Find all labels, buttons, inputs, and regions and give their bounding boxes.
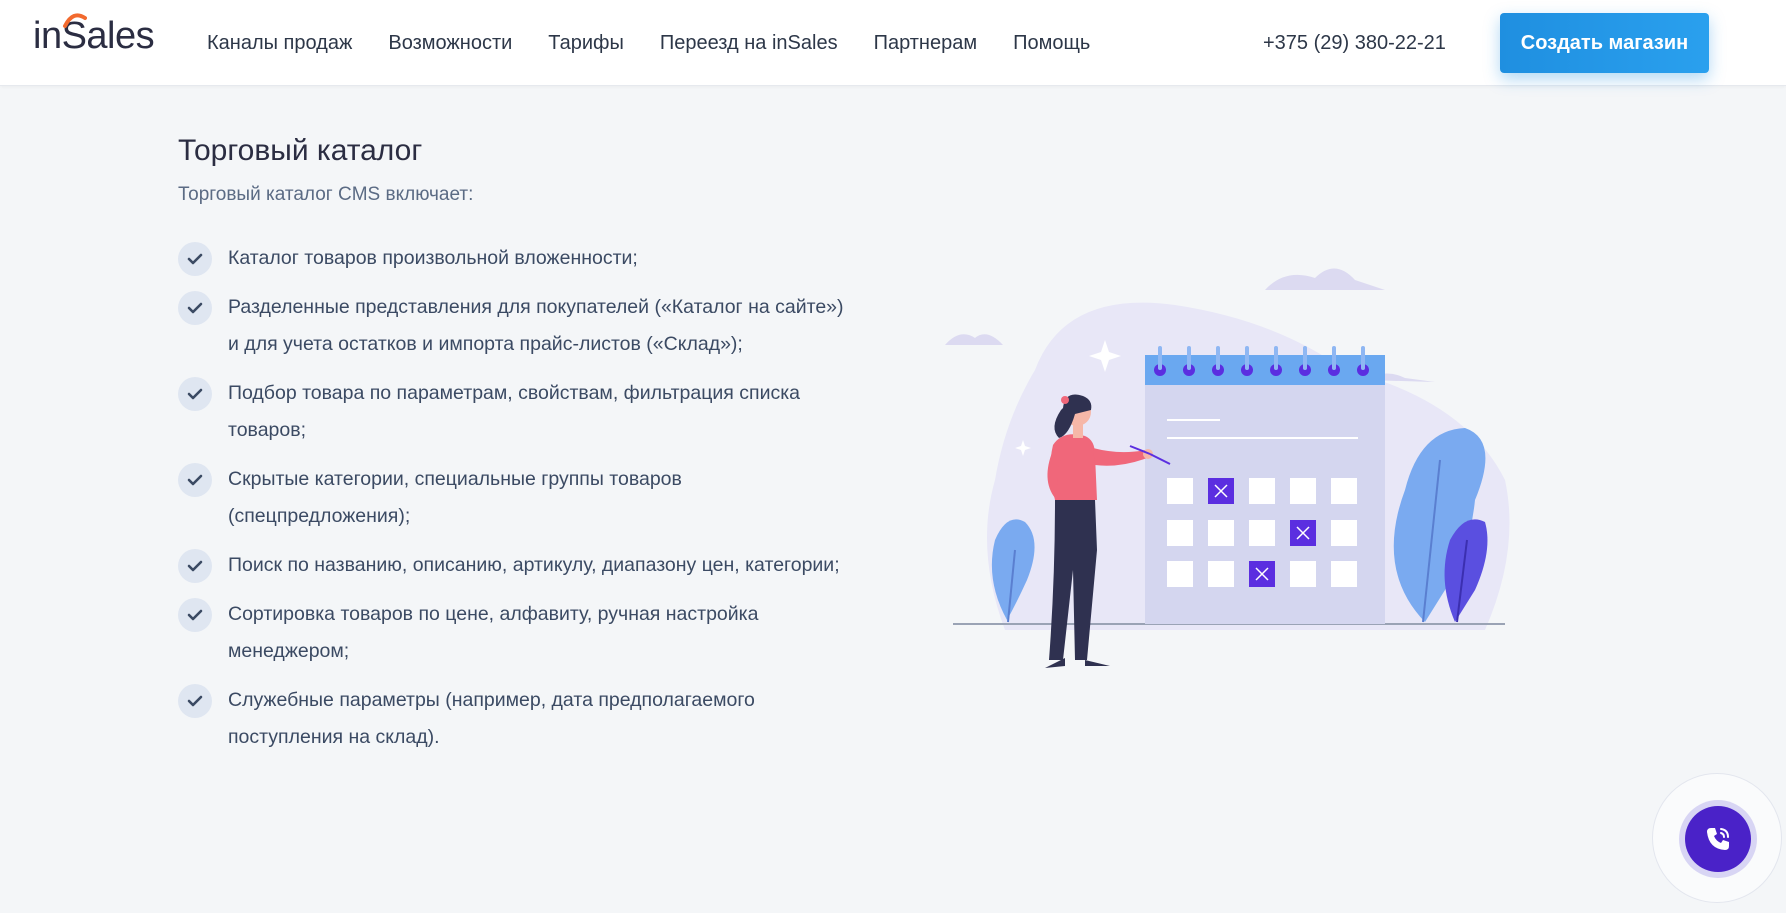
page-title: Торговый каталог [178, 134, 423, 167]
list-item: Каталог товаров произвольной вложенности… [178, 240, 858, 277]
nav-item-sales-channels[interactable]: Каналы продаж [207, 30, 352, 56]
calendar-illustration [945, 268, 1510, 668]
check-icon [178, 291, 212, 325]
nav-item-features[interactable]: Возможности [388, 30, 512, 56]
check-icon [178, 242, 212, 276]
check-icon [178, 684, 212, 718]
list-item: Поиск по названию, описанию, артикулу, д… [178, 547, 858, 584]
list-item: Подбор товара по параметрам, свойствам, … [178, 375, 858, 449]
page-subtitle: Торговый каталог CMS включает: [178, 184, 474, 205]
check-icon [178, 377, 212, 411]
check-icon [178, 463, 212, 497]
list-item: Служебные параметры (например, дата пред… [178, 682, 858, 756]
nav-item-migration[interactable]: Переезд на inSales [660, 30, 838, 56]
nav-item-partners[interactable]: Партнерам [874, 30, 978, 56]
callback-widget [1652, 773, 1782, 903]
list-item: Разделенные представления для покупателе… [178, 289, 858, 363]
phone-icon [1707, 828, 1729, 850]
callback-button[interactable] [1685, 806, 1751, 872]
site-header: inSales Каналы продаж Возможности Тарифы… [0, 0, 1786, 86]
list-item-text: Скрытые категории, специальные группы то… [228, 468, 682, 527]
list-item-text: Поиск по названию, описанию, артикулу, д… [228, 554, 840, 576]
catalog-section: Торговый каталог Торговый каталог CMS вк… [178, 132, 878, 768]
list-item-text: Каталог товаров произвольной вложенности… [228, 247, 638, 269]
check-icon [178, 549, 212, 583]
nav-item-help[interactable]: Помощь [1013, 30, 1090, 56]
main-nav: Каналы продаж Возможности Тарифы Переезд… [207, 30, 1090, 56]
list-item-text: Сортировка товаров по цене, алфавиту, ру… [228, 603, 759, 662]
list-item-text: Служебные параметры (например, дата пред… [228, 689, 755, 748]
nav-item-pricing[interactable]: Тарифы [548, 30, 624, 56]
list-item-text: Разделенные представления для покупателе… [228, 296, 844, 355]
check-icon [178, 598, 212, 632]
phone-number[interactable]: +375 (29) 380-22-21 [1263, 30, 1446, 56]
create-store-button[interactable]: Создать магазин [1500, 13, 1709, 73]
feature-list: Каталог товаров произвольной вложенности… [178, 240, 878, 756]
list-item: Скрытые категории, специальные группы то… [178, 461, 858, 535]
logo[interactable]: inSales [33, 13, 155, 58]
list-item-text: Подбор товара по параметрам, свойствам, … [228, 382, 801, 441]
list-item: Сортировка товаров по цене, алфавиту, ру… [178, 596, 858, 670]
logo-arc-icon [63, 13, 87, 28]
callback-ring [1679, 800, 1757, 878]
